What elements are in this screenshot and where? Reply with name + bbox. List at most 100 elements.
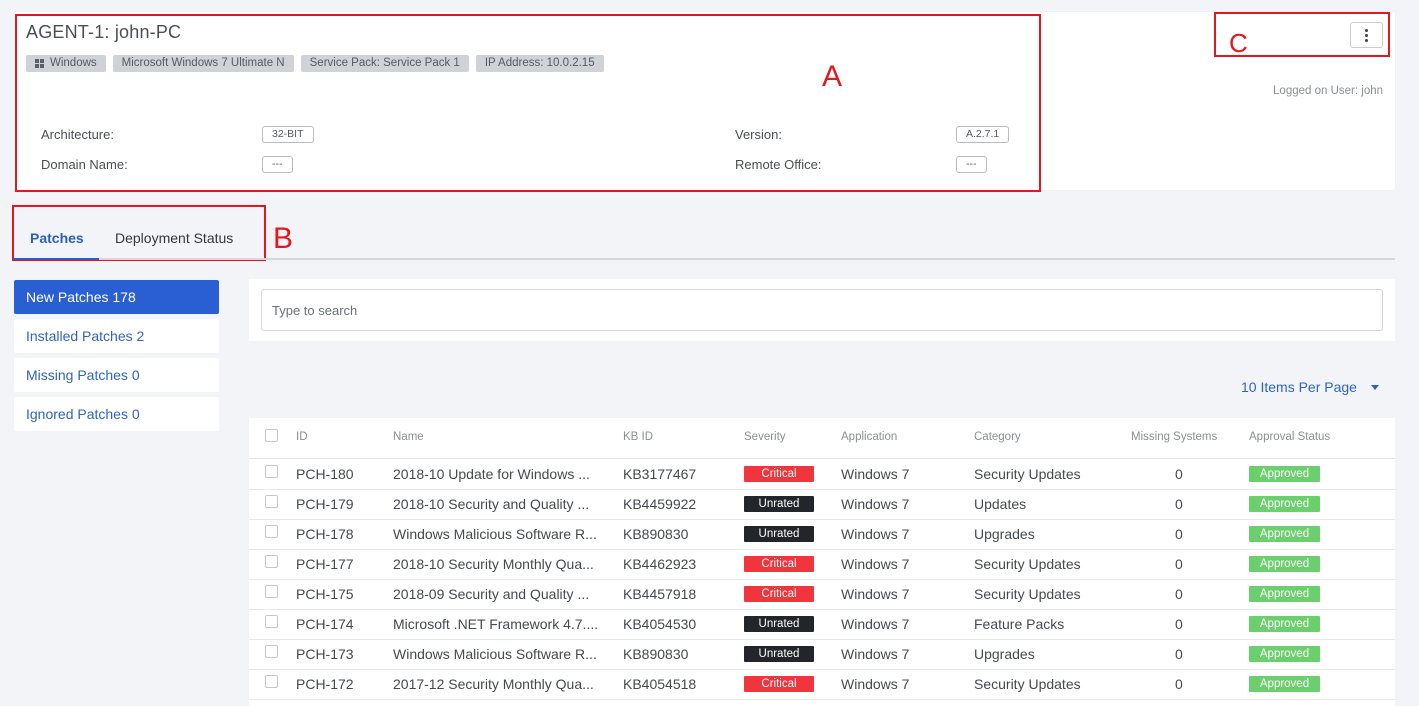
items-per-page-dropdown[interactable]: 10 Items Per Page bbox=[1241, 379, 1379, 395]
column-header-missing-systems[interactable]: Missing Systems bbox=[1131, 431, 1217, 443]
table-row[interactable]: PCH-179 2018-10 Security and Quality ... K… bbox=[249, 490, 1395, 520]
cell-kb-id: KB4462923 bbox=[623, 556, 697, 572]
approval-status-badge[interactable]: Approved bbox=[1249, 676, 1320, 692]
approval-status-badge[interactable]: Approved bbox=[1249, 586, 1320, 602]
approval-status-badge[interactable]: Approved bbox=[1249, 556, 1320, 572]
row-checkbox[interactable] bbox=[265, 465, 278, 478]
table-row[interactable]: PCH-177 2018-10 Security Monthly Qua... KB… bbox=[249, 550, 1395, 580]
cell-category: Updates bbox=[974, 496, 1027, 512]
cell-application: Windows 7 bbox=[841, 496, 910, 512]
cell-name[interactable]: Windows Malicious Software R... bbox=[393, 526, 613, 542]
cell-kb-id: KB890830 bbox=[623, 646, 689, 662]
severity-badge: Unrated bbox=[744, 526, 814, 542]
annotation-box-a bbox=[15, 14, 1041, 192]
cell-category: Security Updates bbox=[974, 466, 1081, 482]
severity-badge: Unrated bbox=[744, 646, 814, 662]
table-row[interactable]: PCH-172 2017-12 Security Monthly Qua... KB… bbox=[249, 670, 1395, 700]
select-all-checkbox[interactable] bbox=[265, 429, 278, 442]
table-row[interactable]: PCH-180 2018-10 Update for Windows ... KB3… bbox=[249, 460, 1395, 490]
search-panel bbox=[249, 279, 1395, 341]
cell-application: Windows 7 bbox=[841, 466, 910, 482]
row-checkbox[interactable] bbox=[265, 615, 278, 628]
approval-status-badge[interactable]: Approved bbox=[1249, 496, 1320, 512]
sidebar-item-ignored-patches[interactable]: Ignored Patches 0 bbox=[14, 397, 219, 431]
cell-name[interactable]: 2017-12 Security Monthly Qua... bbox=[393, 676, 613, 692]
cell-application: Windows 7 bbox=[841, 586, 910, 602]
cell-missing-systems: 0 bbox=[1175, 496, 1183, 512]
row-checkbox[interactable] bbox=[265, 585, 278, 598]
cell-id: PCH-173 bbox=[296, 646, 354, 662]
cell-name[interactable]: 2018-09 Security and Quality ... bbox=[393, 586, 613, 602]
column-header-severity[interactable]: Severity bbox=[744, 431, 786, 443]
cell-missing-systems: 0 bbox=[1175, 646, 1183, 662]
column-header-category[interactable]: Category bbox=[974, 431, 1021, 443]
table-row[interactable]: PCH-174 Microsoft .NET Framework 4.7.... K… bbox=[249, 610, 1395, 640]
severity-badge: Critical bbox=[744, 586, 814, 602]
items-per-page-label: 10 Items Per Page bbox=[1241, 379, 1357, 395]
approval-status-badge[interactable]: Approved bbox=[1249, 526, 1320, 542]
sidebar-item-new-patches[interactable]: New Patches 178 bbox=[14, 280, 219, 314]
table-row[interactable]: PCH-173 Windows Malicious Software R... KB… bbox=[249, 640, 1395, 670]
cell-missing-systems: 0 bbox=[1175, 676, 1183, 692]
cell-application: Windows 7 bbox=[841, 646, 910, 662]
cell-id: PCH-180 bbox=[296, 466, 354, 482]
cell-id: PCH-172 bbox=[296, 676, 354, 692]
cell-kb-id: KB3177467 bbox=[623, 466, 697, 482]
cell-application: Windows 7 bbox=[841, 526, 910, 542]
cell-kb-id: KB890830 bbox=[623, 526, 689, 542]
logged-on-user: Logged on User: john bbox=[1273, 85, 1383, 97]
approval-status-badge[interactable]: Approved bbox=[1249, 646, 1320, 662]
cell-category: Feature Packs bbox=[974, 616, 1065, 632]
approval-status-badge[interactable]: Approved bbox=[1249, 616, 1320, 632]
cell-missing-systems: 0 bbox=[1175, 556, 1183, 572]
annotation-label-c: C bbox=[1229, 28, 1248, 58]
cell-category: Upgrades bbox=[974, 646, 1035, 662]
approval-status-badge[interactable]: Approved bbox=[1249, 466, 1320, 482]
cell-name[interactable]: Microsoft .NET Framework 4.7.... bbox=[393, 616, 613, 632]
column-header-approval-status[interactable]: Approval Status bbox=[1249, 431, 1330, 443]
severity-badge: Critical bbox=[744, 676, 814, 692]
cell-name[interactable]: 2018-10 Security Monthly Qua... bbox=[393, 556, 613, 572]
tab-deployment-status[interactable]: Deployment Status bbox=[115, 230, 233, 246]
severity-badge: Unrated bbox=[744, 616, 814, 632]
column-header-application[interactable]: Application bbox=[841, 431, 897, 443]
cell-kb-id: KB4459922 bbox=[623, 496, 697, 512]
cell-application: Windows 7 bbox=[841, 616, 910, 632]
cell-id: PCH-174 bbox=[296, 616, 354, 632]
cell-id: PCH-175 bbox=[296, 586, 354, 602]
severity-badge: Unrated bbox=[744, 496, 814, 512]
search-input[interactable] bbox=[261, 289, 1383, 331]
patches-table: ID Name KB ID Severity Application Categ… bbox=[249, 418, 1395, 706]
column-header-name[interactable]: Name bbox=[393, 431, 424, 443]
tab-bar: Patches Deployment Status bbox=[13, 220, 1395, 260]
sidebar-item-installed-patches[interactable]: Installed Patches 2 bbox=[14, 319, 219, 353]
row-checkbox[interactable] bbox=[265, 675, 278, 688]
cell-id: PCH-178 bbox=[296, 526, 354, 542]
cell-id: PCH-179 bbox=[296, 496, 354, 512]
cell-missing-systems: 0 bbox=[1175, 616, 1183, 632]
table-row[interactable]: PCH-178 Windows Malicious Software R... KB… bbox=[249, 520, 1395, 550]
active-tab-indicator bbox=[13, 258, 99, 260]
cell-kb-id: KB4054518 bbox=[623, 676, 697, 692]
row-checkbox[interactable] bbox=[265, 525, 278, 538]
cell-missing-systems: 0 bbox=[1175, 466, 1183, 482]
column-header-id[interactable]: ID bbox=[296, 431, 308, 443]
cell-name[interactable]: 2018-10 Security and Quality ... bbox=[393, 496, 613, 512]
cell-category: Security Updates bbox=[974, 556, 1081, 572]
cell-name[interactable]: Windows Malicious Software R... bbox=[393, 646, 613, 662]
tab-patches[interactable]: Patches bbox=[30, 230, 84, 246]
column-header-kb-id[interactable]: KB ID bbox=[623, 431, 653, 443]
annotation-label-a: A bbox=[822, 60, 843, 93]
severity-badge: Critical bbox=[744, 556, 814, 572]
cell-application: Windows 7 bbox=[841, 676, 910, 692]
cell-name[interactable]: 2018-10 Update for Windows ... bbox=[393, 466, 613, 482]
cell-category: Security Updates bbox=[974, 586, 1081, 602]
row-checkbox[interactable] bbox=[265, 495, 278, 508]
table-row[interactable]: PCH-175 2018-09 Security and Quality ... K… bbox=[249, 580, 1395, 610]
cell-kb-id: KB4054530 bbox=[623, 616, 697, 632]
row-checkbox[interactable] bbox=[265, 555, 278, 568]
cell-kb-id: KB4457918 bbox=[623, 586, 697, 602]
sidebar-item-missing-patches[interactable]: Missing Patches 0 bbox=[14, 358, 219, 392]
row-checkbox[interactable] bbox=[265, 645, 278, 658]
severity-badge: Critical bbox=[744, 466, 814, 482]
